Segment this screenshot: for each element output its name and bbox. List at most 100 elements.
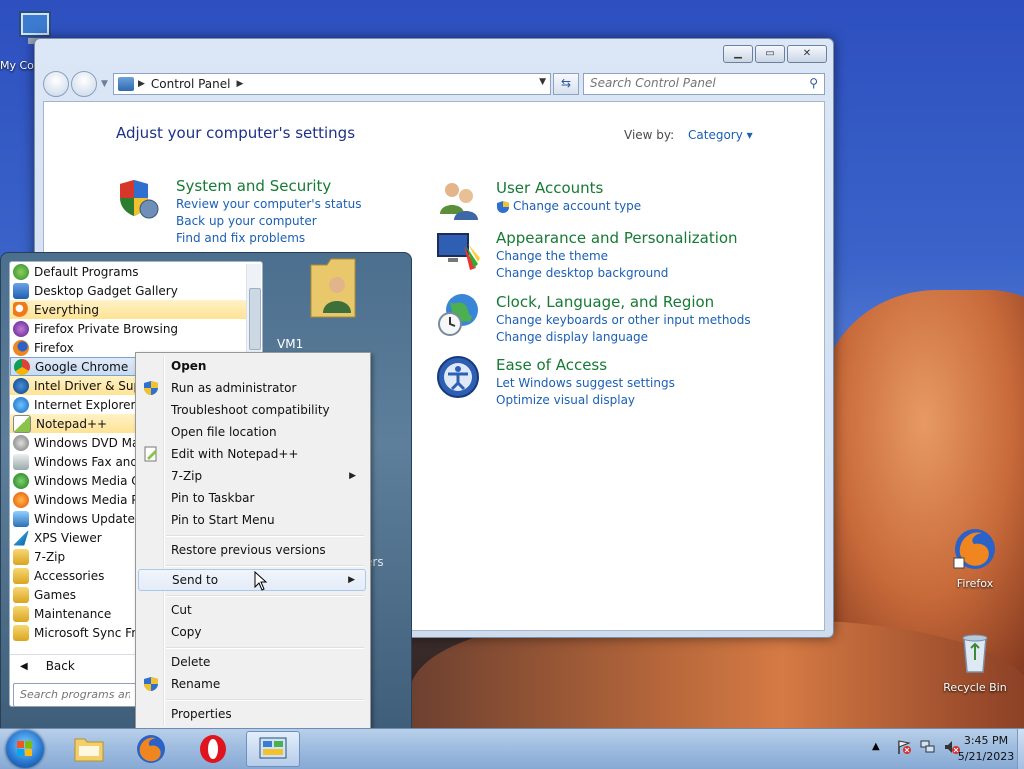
search-icon[interactable]: ⚲ (809, 76, 818, 90)
menu-label: Delete (171, 655, 211, 669)
category-title[interactable]: User Accounts (496, 178, 641, 198)
link-windows-suggest[interactable]: Let Windows suggest settings (496, 375, 675, 392)
windows-update-icon (13, 510, 29, 527)
taskbar-opera[interactable] (186, 731, 240, 767)
show-desktop-button[interactable] (1017, 729, 1024, 769)
breadcrumb-separator-icon[interactable]: ▶ (138, 79, 145, 89)
user-name[interactable]: VM1 (277, 337, 303, 351)
forward-nav-button[interactable] (71, 71, 97, 97)
back-label: Back (45, 659, 75, 673)
view-by-dropdown[interactable]: Category ▾ (688, 128, 753, 142)
program-item[interactable]: Desktop Gadget Gallery (10, 281, 246, 300)
menu-label: 7-Zip (171, 469, 203, 483)
gadget-gallery-icon (13, 282, 29, 299)
firefox-icon (137, 735, 165, 763)
refresh-button[interactable]: ⇆ (553, 73, 579, 95)
menu-item-7zip[interactable]: 7-Zip ▶ (138, 465, 366, 487)
desktop-icon-firefox[interactable]: Firefox (938, 526, 1012, 590)
taskbar-control-panel[interactable] (246, 731, 300, 767)
link-find-fix[interactable]: Find and fix problems (176, 230, 362, 247)
menu-item-rename[interactable]: Rename (138, 673, 366, 695)
uac-shield-icon (144, 381, 158, 395)
action-center-icon[interactable] (896, 739, 912, 755)
folder-icon (13, 624, 29, 641)
menu-item-open[interactable]: Open (138, 355, 366, 377)
minimize-button[interactable]: ▁ (723, 45, 753, 63)
menu-label: Rename (171, 677, 221, 691)
link-change-display-language[interactable]: Change display language (496, 329, 751, 346)
category-title[interactable]: Clock, Language, and Region (496, 292, 751, 312)
view-by: View by: Category ▾ (624, 128, 753, 142)
menu-item-edit-notepad[interactable]: Edit with Notepad++ (138, 443, 366, 465)
show-hidden-icons-icon[interactable]: ▲ (872, 739, 888, 755)
program-label: Maintenance (34, 606, 112, 621)
back-arrow-icon: ◀ (20, 660, 28, 672)
address-bar[interactable]: ▶ Control Panel ▶ ▼ (113, 73, 551, 95)
menu-label: Edit with Notepad++ (171, 447, 299, 461)
start-search-input[interactable] (14, 684, 136, 704)
category-title[interactable]: System and Security (176, 176, 362, 196)
firefox-private-icon (13, 320, 29, 337)
menu-item-delete[interactable]: Delete (138, 651, 366, 673)
xps-viewer-icon (13, 529, 29, 546)
link-optimize-visual[interactable]: Optimize visual display (496, 392, 675, 409)
program-label: Firefox Private Browsing (34, 321, 179, 336)
menu-item-run-as-admin[interactable]: Run as administrator (138, 377, 366, 399)
globe-clock-icon (438, 294, 478, 336)
program-item[interactable]: Firefox Private Browsing (10, 319, 246, 338)
search-control-panel[interactable]: ⚲ (583, 73, 825, 95)
network-icon[interactable] (920, 739, 936, 755)
category-ease-of-access: Ease of Access Let Windows suggest setti… (436, 355, 675, 409)
menu-label: Open (171, 359, 207, 373)
category-title[interactable]: Appearance and Personalization (496, 228, 738, 248)
link-review-status[interactable]: Review your computer's status (176, 196, 362, 213)
program-label: Default Programs (34, 264, 139, 279)
category-system-security: System and Security Review your computer… (116, 176, 362, 247)
menu-label: Pin to Taskbar (171, 491, 255, 505)
menu-item-copy[interactable]: Copy (138, 621, 366, 643)
scrollbar-thumb[interactable] (249, 288, 261, 350)
program-label: Accessories (34, 568, 105, 583)
menu-label: Open file location (171, 425, 277, 439)
link-change-keyboards[interactable]: Change keyboards or other input methods (496, 312, 751, 329)
menu-item-open-file-location[interactable]: Open file location (138, 421, 366, 443)
menu-separator (166, 565, 364, 567)
menu-item-send-to[interactable]: Send to ▶ (138, 569, 366, 591)
desktop-icon-recycle-bin[interactable]: Recycle Bin (938, 630, 1012, 694)
menu-item-pin-taskbar[interactable]: Pin to Taskbar (138, 487, 366, 509)
user-folder-icon[interactable] (307, 255, 359, 321)
link-change-theme[interactable]: Change the theme (496, 248, 738, 265)
menu-item-pin-start-menu[interactable]: Pin to Start Menu (138, 509, 366, 531)
taskbar-clock[interactable]: 3:45 PM 5/21/2023 (956, 733, 1016, 765)
taskbar-explorer[interactable] (62, 731, 116, 767)
maximize-button[interactable]: ▭ (755, 45, 785, 63)
close-button[interactable]: ✕ (787, 45, 827, 63)
program-label: Desktop Gadget Gallery (34, 283, 178, 298)
program-item[interactable]: Everything (10, 300, 246, 319)
link-change-background[interactable]: Change desktop background (496, 265, 738, 282)
breadcrumb-control-panel[interactable]: Control Panel (151, 77, 231, 91)
context-menu: Open Run as administrator Troubleshoot c… (135, 352, 371, 729)
program-item[interactable]: Default Programs (10, 262, 246, 281)
recent-pages-dropdown-icon[interactable]: ▼ (101, 79, 108, 89)
back-nav-button[interactable] (43, 71, 69, 97)
taskbar: ▲ 3:45 PM 5/21/2023 (0, 728, 1024, 769)
category-title[interactable]: Ease of Access (496, 355, 675, 375)
start-button[interactable] (6, 730, 44, 768)
search-input[interactable] (584, 74, 806, 92)
clock-date: 5/21/2023 (957, 750, 1015, 763)
media-center-icon (13, 472, 29, 489)
menu-item-properties[interactable]: Properties (138, 703, 366, 725)
fax-scan-icon (13, 453, 29, 470)
category-clock-language: Clock, Language, and Region Change keybo… (436, 292, 751, 346)
address-dropdown-icon[interactable]: ▼ (539, 77, 546, 87)
menu-item-troubleshoot[interactable]: Troubleshoot compatibility (138, 399, 366, 421)
menu-item-restore-versions[interactable]: Restore previous versions (138, 539, 366, 561)
breadcrumb-separator-icon[interactable]: ▶ (237, 79, 244, 89)
system-tray: ▲ (872, 739, 960, 755)
link-back-up[interactable]: Back up your computer (176, 213, 362, 230)
link-change-account-type[interactable]: Change account type (496, 198, 641, 215)
notepad-plus-plus-icon (144, 446, 157, 462)
taskbar-firefox[interactable] (124, 731, 178, 767)
menu-item-cut[interactable]: Cut (138, 599, 366, 621)
